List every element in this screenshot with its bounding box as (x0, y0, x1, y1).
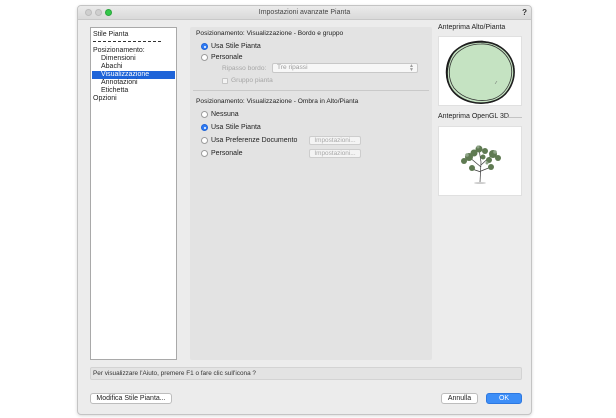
plant-top-view-icon (445, 40, 515, 104)
ok-button[interactable]: OK (486, 393, 522, 404)
radio-icon[interactable] (201, 111, 208, 118)
sidebar-separator (93, 41, 161, 42)
sidebar-item-etichetta[interactable]: Etichetta (101, 87, 128, 95)
sidebar-item-stile-pianta[interactable]: Stile Pianta (93, 31, 128, 39)
ripasso-label: Ripasso bordo: (222, 65, 267, 72)
personal-settings-button[interactable]: Impostazioni... (309, 149, 361, 158)
window-title: Impostazioni avanzate Pianta (258, 9, 351, 16)
sidebar-item-opzioni[interactable]: Opzioni (93, 95, 117, 103)
radio-icon[interactable] (201, 150, 208, 157)
gruppo-pianta-checkbox[interactable] (222, 78, 228, 84)
radio-shadow-doc-prefs[interactable]: Usa Preferenze Documento (201, 136, 297, 145)
radio-label: Usa Stile Pianta (211, 43, 261, 50)
radio-label: Personale (211, 150, 243, 157)
sidebar-item-visualizzazione[interactable]: Visualizzazione (92, 71, 175, 79)
border-section-title: Posizionamento: Visualizzazione - Bordo … (196, 30, 344, 37)
title-bar: Impostazioni avanzate Pianta ? (78, 6, 531, 20)
doc-prefs-settings-button[interactable]: Impostazioni... (309, 136, 361, 145)
radio-label: Usa Preferenze Documento (211, 137, 298, 144)
radio-shadow-none[interactable]: Nessuna (201, 110, 239, 119)
chevron-updown-icon: ▲ ▼ (409, 63, 414, 73)
radio-selected-icon[interactable] (201, 43, 208, 50)
settings-panel: Posizionamento: Visualizzazione - Bordo … (190, 27, 432, 360)
shadow-section-title: Posizionamento: Visualizzazione - Ombra … (196, 98, 359, 105)
radio-label: Usa Stile Pianta (211, 124, 261, 131)
plant-3d-view-icon (461, 145, 501, 184)
radio-border-personal[interactable]: Personale (201, 53, 243, 62)
radio-label: Nessuna (211, 111, 239, 118)
radio-icon[interactable] (201, 54, 208, 61)
opengl-preview-title: Anteprima OpenGL 3D (438, 113, 509, 120)
gruppo-pianta-label: Gruppo pianta (231, 77, 273, 84)
preview-separator (507, 117, 522, 118)
ripasso-value: Tre ripassi (277, 64, 308, 71)
sidebar-item-abachi[interactable]: Abachi (101, 63, 122, 71)
help-status-bar: Per visualizzare l'Aiuto, premere F1 o f… (90, 367, 522, 380)
opengl-preview (438, 126, 522, 196)
radio-selected-icon[interactable] (201, 124, 208, 131)
cancel-button[interactable]: Annulla (441, 393, 478, 404)
radio-shadow-personal[interactable]: Personale (201, 149, 243, 158)
modify-plant-style-button[interactable]: Modifica Stile Pianta... (90, 393, 172, 404)
top-preview-title: Anteprima Alto/Pianta (438, 24, 506, 31)
radio-shadow-use-style[interactable]: Usa Stile Pianta (201, 123, 261, 132)
section-divider (193, 90, 429, 91)
ripasso-select[interactable]: Tre ripassi ▲ ▼ (272, 63, 418, 73)
sidebar-item-annotazioni[interactable]: Annotazioni (101, 79, 138, 87)
category-list: Stile Pianta Posizionamento: Dimensioni … (90, 27, 177, 360)
sidebar-item-dimensioni[interactable]: Dimensioni (101, 55, 136, 63)
dialog-window: Impostazioni avanzate Pianta ? Stile Pia… (77, 5, 532, 415)
sidebar-item-posizionamento[interactable]: Posizionamento: (93, 47, 145, 55)
radio-label: Personale (211, 54, 243, 61)
radio-icon[interactable] (201, 137, 208, 144)
help-icon[interactable]: ? (522, 8, 527, 17)
top-preview (438, 36, 522, 106)
radio-border-use-style[interactable]: Usa Stile Pianta (201, 42, 261, 51)
